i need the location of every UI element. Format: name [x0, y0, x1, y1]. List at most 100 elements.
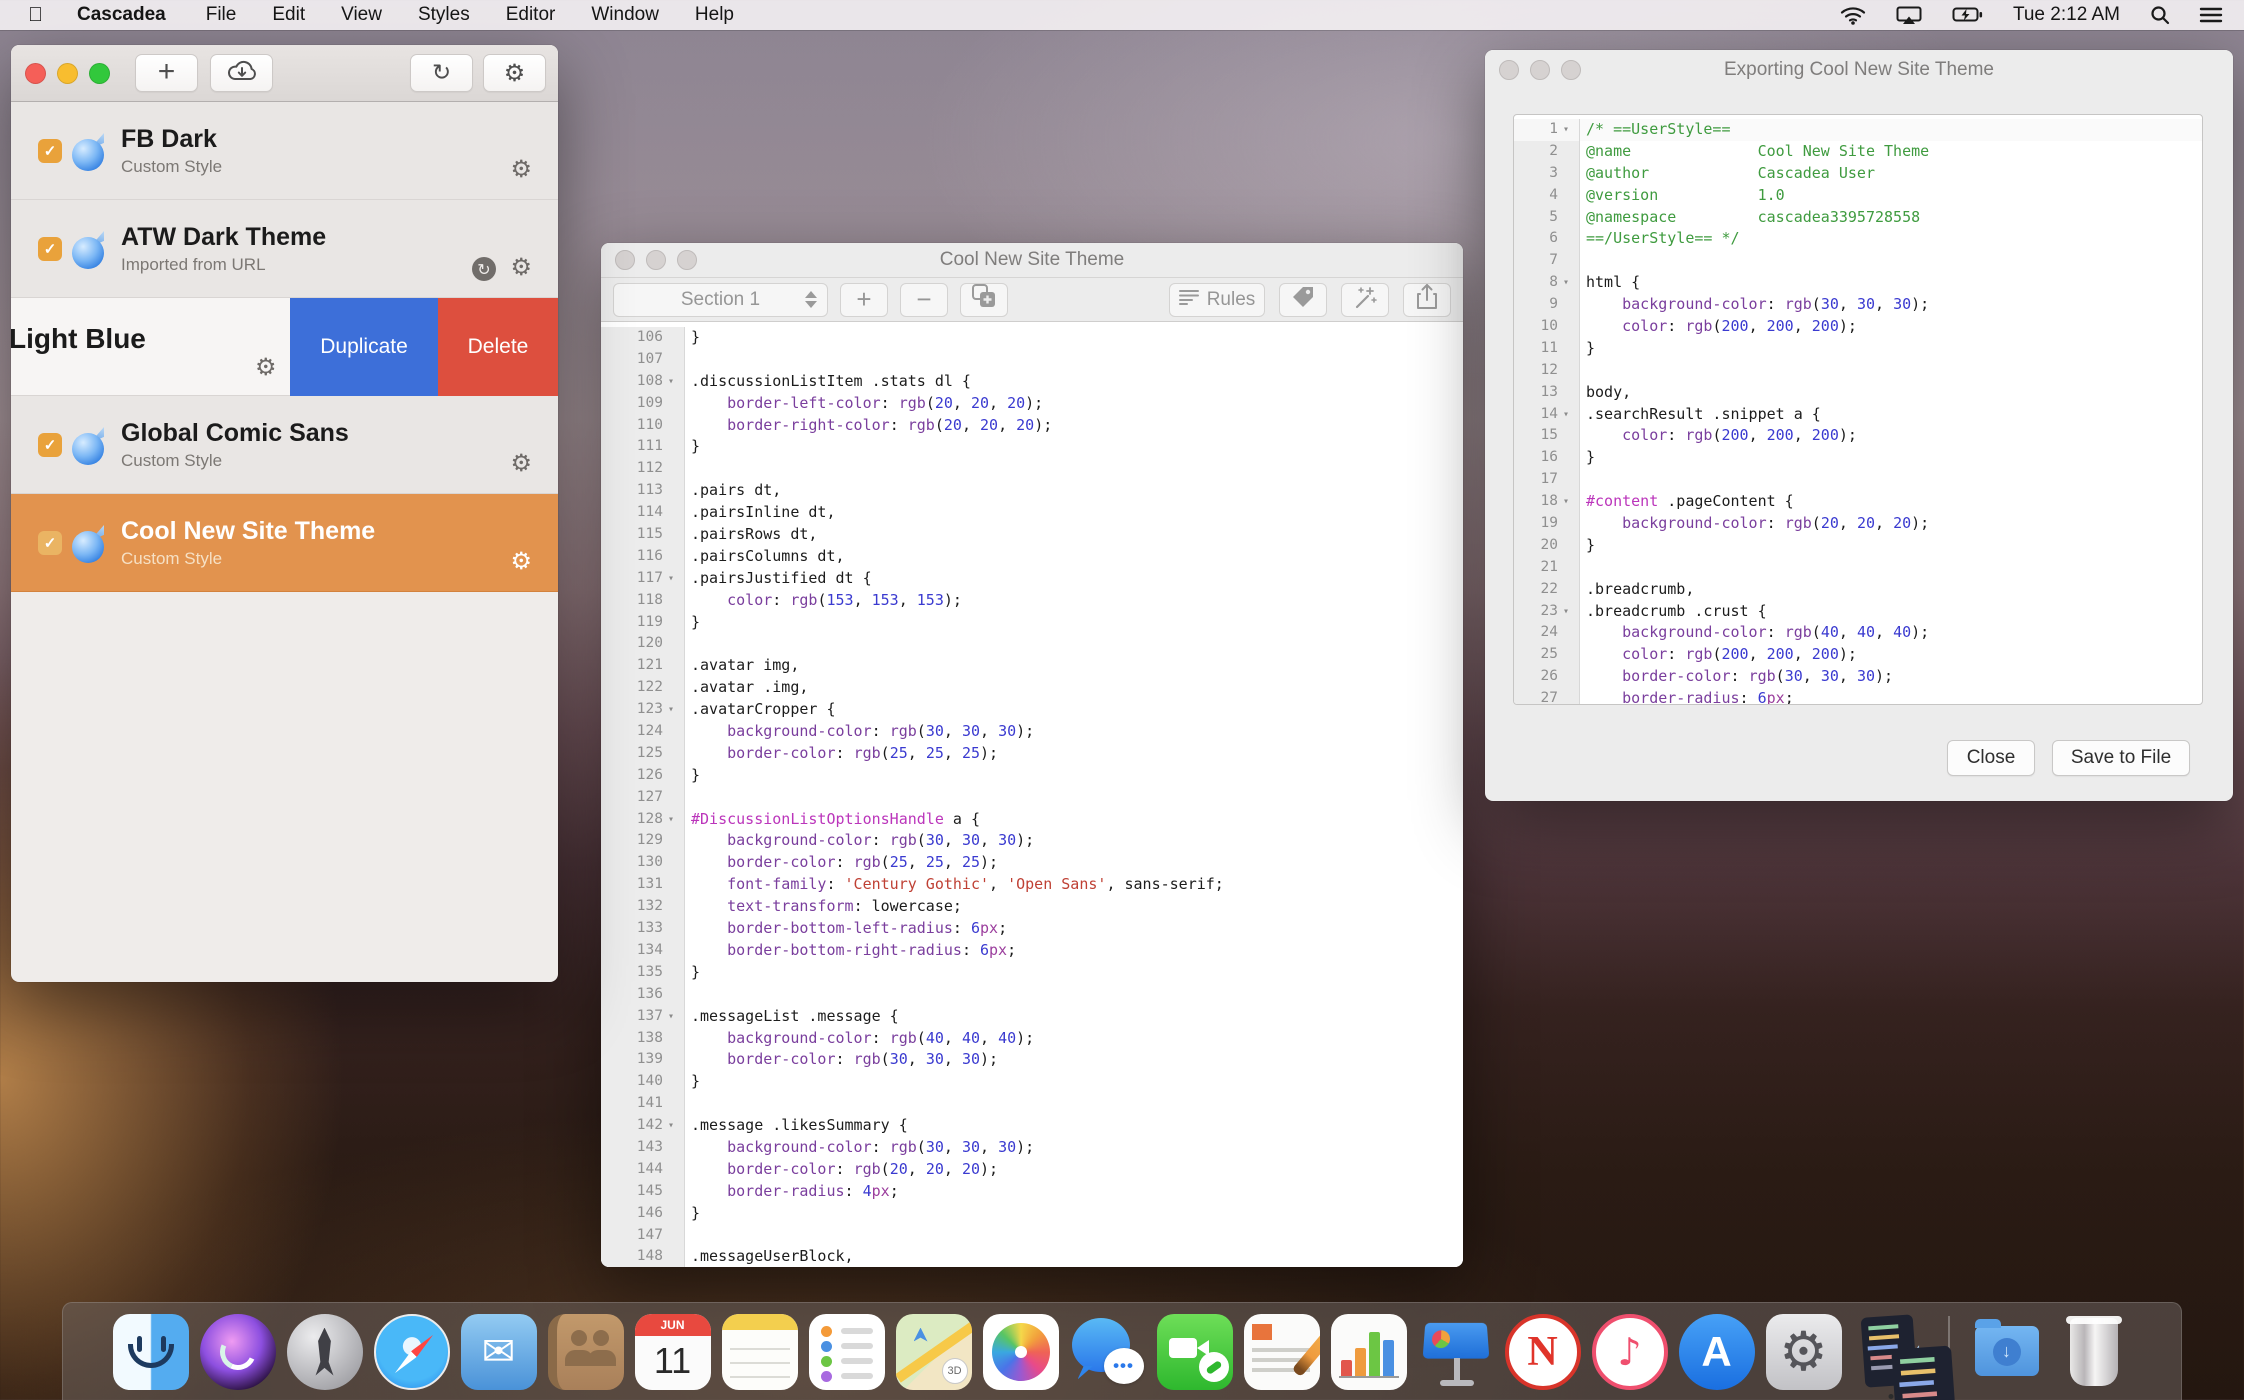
code-line[interactable]: 24 background-color: rgb(40, 40, 40); [1514, 622, 2202, 644]
menu-app-name[interactable]: Cascadea [77, 4, 166, 26]
add-section-button[interactable]: + [840, 283, 888, 317]
code-line[interactable]: 17 [1514, 469, 2202, 491]
code-line[interactable]: 26 border-color: rgb(30, 30, 30); [1514, 666, 2202, 688]
notes-icon[interactable] [722, 1314, 798, 1390]
code-line[interactable]: 127 [601, 787, 1463, 809]
apple-menu-icon[interactable]:  [28, 4, 43, 27]
code-line[interactable]: 11} [1514, 338, 2202, 360]
code-line[interactable]: 130 border-color: rgb(25, 25, 25); [601, 852, 1463, 874]
cascadea-icon[interactable] [1853, 1314, 1929, 1390]
launchpad-icon[interactable] [287, 1314, 363, 1390]
import-from-url-button[interactable] [210, 54, 273, 92]
code-line[interactable]: 27 border-radius: 6px; [1514, 688, 2202, 705]
code-line[interactable]: 131 font-family: 'Century Gothic', 'Open… [601, 874, 1463, 896]
css-code-editor[interactable]: 106}107 108▾.discussionListItem .stats d… [601, 322, 1463, 1267]
finder-icon[interactable] [113, 1314, 189, 1390]
code-line[interactable]: 123▾.avatarCropper { [601, 699, 1463, 721]
remove-section-button[interactable]: − [900, 283, 948, 317]
style-settings-gear-icon[interactable]: ⚙ [510, 155, 532, 183]
itunes-icon[interactable]: ♪ [1592, 1314, 1668, 1390]
rules-button[interactable]: Rules [1169, 283, 1265, 317]
code-line[interactable]: 16} [1514, 447, 2202, 469]
code-line[interactable]: 18▾#content .pageContent { [1514, 491, 2202, 513]
code-line[interactable]: 23▾.breadcrumb .crust { [1514, 601, 2202, 623]
style-settings-gear-icon[interactable]: ⚙ [510, 449, 532, 477]
spotlight-search-icon[interactable] [2150, 5, 2170, 25]
code-line[interactable]: 138 background-color: rgb(40, 40, 40); [601, 1028, 1463, 1050]
code-line[interactable]: 4@version 1.0 [1514, 185, 2202, 207]
contacts-icon[interactable] [548, 1314, 624, 1390]
code-line[interactable]: 14▾.searchResult .snippet a { [1514, 404, 2202, 426]
minimize-window-button[interactable] [57, 63, 78, 84]
code-line[interactable]: 15 color: rgb(200, 200, 200); [1514, 425, 2202, 447]
code-line[interactable]: 117▾.pairsJustified dt { [601, 568, 1463, 590]
code-line[interactable]: 124 background-color: rgb(30, 30, 30); [601, 721, 1463, 743]
code-line[interactable]: 109 border-left-color: rgb(20, 20, 20); [601, 393, 1463, 415]
safari-icon[interactable] [374, 1314, 450, 1390]
keynote-icon[interactable] [1418, 1314, 1494, 1390]
code-line[interactable]: 126} [601, 765, 1463, 787]
code-line[interactable]: 118 color: rgb(153, 153, 153); [601, 590, 1463, 612]
airplay-icon[interactable] [1896, 6, 1922, 25]
zoom-window-button[interactable] [89, 63, 110, 84]
code-line[interactable]: 2@name Cool New Site Theme [1514, 141, 2202, 163]
code-line[interactable]: 133 border-bottom-left-radius: 6px; [601, 918, 1463, 940]
delete-style-button[interactable]: Delete [438, 298, 558, 396]
code-line[interactable]: 135} [601, 962, 1463, 984]
preferences-button[interactable]: ⚙ [483, 54, 546, 92]
code-line[interactable]: 120 [601, 633, 1463, 655]
code-line[interactable]: 106} [601, 327, 1463, 349]
code-line[interactable]: 139 border-color: rgb(30, 30, 30); [601, 1049, 1463, 1071]
code-line[interactable]: 142▾.message .likesSummary { [601, 1115, 1463, 1137]
code-line[interactable]: 121.avatar img, [601, 655, 1463, 677]
duplicate-section-button[interactable] [960, 283, 1008, 317]
code-line[interactable]: 25 color: rgb(200, 200, 200); [1514, 644, 2202, 666]
style-settings-gear-icon[interactable]: ⚙ [255, 353, 277, 381]
calendar-icon[interactable]: JUN 11 [635, 1314, 711, 1390]
style-enabled-checkbox[interactable]: ✓ [38, 433, 62, 457]
code-line[interactable]: 146} [601, 1203, 1463, 1225]
facetime-icon[interactable] [1157, 1314, 1233, 1390]
code-line[interactable]: 19 background-color: rgb(20, 20, 20); [1514, 513, 2202, 535]
code-line[interactable]: 132 text-transform: lowercase; [601, 896, 1463, 918]
menu-help[interactable]: Help [695, 4, 734, 26]
style-enabled-checkbox[interactable]: ✓ [38, 531, 62, 555]
magic-wand-button[interactable] [1341, 283, 1389, 317]
export-titlebar[interactable]: Exporting Cool New Site Theme [1485, 50, 2233, 90]
code-line[interactable]: 119} [601, 612, 1463, 634]
photos-icon[interactable] [983, 1314, 1059, 1390]
style-row-cool-new-site-theme-selected[interactable]: ✓ Cool New Site Theme Custom Style ⚙ [11, 494, 558, 592]
section-select[interactable]: Section 1 [613, 283, 828, 317]
messages-icon[interactable]: ••• [1070, 1314, 1146, 1390]
style-row-light-blue[interactable]: Light Blue ⚙ Duplicate Delete [11, 298, 558, 396]
code-line[interactable]: 21 [1514, 557, 2202, 579]
code-line[interactable]: 141 [601, 1093, 1463, 1115]
menu-editor[interactable]: Editor [506, 4, 556, 26]
code-line[interactable]: 140} [601, 1071, 1463, 1093]
system-preferences-icon[interactable]: ⚙ [1766, 1314, 1842, 1390]
export-code-preview[interactable]: 1▾/* ==UserStyle==2@name Cool New Site T… [1513, 114, 2203, 705]
refresh-styles-button[interactable]: ↻ [410, 54, 473, 92]
downloads-folder-icon[interactable]: ↓ [1969, 1314, 2045, 1390]
code-line[interactable]: 129 background-color: rgb(30, 30, 30); [601, 830, 1463, 852]
battery-charging-icon[interactable] [1952, 7, 1983, 23]
numbers-icon[interactable] [1331, 1314, 1407, 1390]
trash-icon[interactable] [2056, 1314, 2132, 1390]
code-line[interactable]: 111} [601, 436, 1463, 458]
code-line[interactable]: 144 border-color: rgb(20, 20, 20); [601, 1159, 1463, 1181]
code-line[interactable]: 122.avatar .img, [601, 677, 1463, 699]
menu-clock[interactable]: Tue 2:12 AM [2013, 4, 2120, 26]
save-to-file-button[interactable]: Save to File [2052, 740, 2190, 776]
code-line[interactable]: 110 border-right-color: rgb(20, 20, 20); [601, 415, 1463, 437]
wifi-icon[interactable] [1840, 6, 1866, 25]
code-line[interactable]: 113.pairs dt, [601, 480, 1463, 502]
close-window-button[interactable] [25, 63, 46, 84]
code-line[interactable]: 9 background-color: rgb(30, 30, 30); [1514, 294, 2202, 316]
code-line[interactable]: 145 border-radius: 4px; [601, 1181, 1463, 1203]
update-style-icon[interactable]: ↻ [472, 257, 496, 281]
mail-icon[interactable]: ✉ [461, 1314, 537, 1390]
code-line[interactable]: 1▾/* ==UserStyle== [1514, 119, 2202, 141]
share-button[interactable] [1403, 283, 1451, 317]
code-line[interactable]: 114.pairsInline dt, [601, 502, 1463, 524]
tag-button[interactable] [1279, 283, 1327, 317]
